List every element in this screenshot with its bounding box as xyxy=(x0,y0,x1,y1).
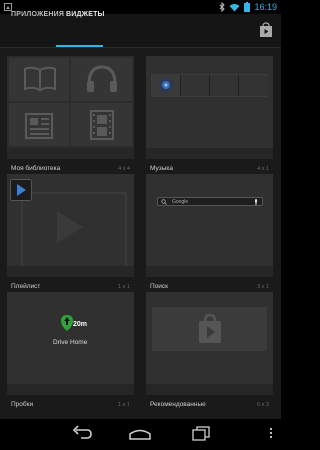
recents-icon[interactable] xyxy=(191,424,211,442)
widget-label: Плейлист xyxy=(11,283,41,290)
tab-apps[interactable]: ПРИЛОЖЕНИЯ xyxy=(11,11,64,18)
widget-preview xyxy=(7,56,134,148)
strip-cell xyxy=(210,75,238,96)
film-icon xyxy=(90,110,114,140)
widget-size: 3 x 1 xyxy=(257,284,269,290)
widget-size: 6 x 3 xyxy=(257,402,269,408)
menu-dot xyxy=(270,428,272,430)
navigation-bar xyxy=(0,419,281,450)
widget-label: Моя библиотека xyxy=(11,165,61,172)
widget-card-traffic[interactable]: 20m Drive Home Пробки 1 x 1 xyxy=(7,292,134,408)
widget-preview: 20m Drive Home xyxy=(7,292,134,384)
widget-label: Пробки xyxy=(11,401,34,408)
tab-widgets[interactable]: ВИДЖЕТЫ xyxy=(66,11,105,18)
bluetooth-icon xyxy=(220,2,226,12)
music-widget-strip xyxy=(151,74,268,97)
battery-icon xyxy=(244,2,251,12)
widget-preview xyxy=(7,174,134,266)
books-icon xyxy=(24,66,56,92)
search-widget-preview: Google xyxy=(157,197,263,206)
menu-dot xyxy=(270,432,272,434)
widget-size: 4 x 4 xyxy=(118,166,130,172)
widget-card-my-library[interactable]: Моя библиотека 4 x 4 xyxy=(7,56,134,172)
widget-preview: Google xyxy=(146,174,273,266)
traffic-time: 20m xyxy=(73,321,88,328)
traffic-badge-icon xyxy=(61,315,73,331)
widget-label: Рекомендованные xyxy=(150,401,206,408)
play-store-bag-icon xyxy=(199,313,221,343)
music-speaker-icon xyxy=(159,78,173,92)
menu-icon[interactable] xyxy=(270,428,273,440)
widget-size: 1 x 1 xyxy=(118,402,130,408)
play-store-icon[interactable] xyxy=(259,22,273,38)
tab-bar xyxy=(0,14,281,48)
strip-cell xyxy=(239,75,268,96)
search-hint: Google xyxy=(172,199,189,205)
status-time: 16:19 xyxy=(254,2,277,12)
widget-card-music[interactable]: Музыка 4 x 1 xyxy=(146,56,273,172)
widget-preview xyxy=(146,56,273,148)
widget-card-playlist[interactable]: Плейлист 1 x 1 xyxy=(7,174,134,290)
image-notification-icon xyxy=(4,3,12,11)
headphones-icon xyxy=(87,65,117,92)
search-icon xyxy=(161,199,167,205)
playlist-bg-play-icon xyxy=(57,211,83,243)
home-icon[interactable] xyxy=(128,424,152,442)
widget-label: Музыка xyxy=(150,165,173,172)
microphone-icon xyxy=(255,199,257,205)
menu-dot xyxy=(270,436,272,438)
widget-grid: Моя библиотека 4 x 4 Музыка 4 x 1 Плейли… xyxy=(0,48,281,419)
widget-size: 4 x 1 xyxy=(257,166,269,172)
strip-cell xyxy=(181,75,209,96)
newspaper-icon xyxy=(25,113,53,139)
widget-card-search[interactable]: Google Поиск 3 x 1 xyxy=(146,174,273,290)
playlist-play-icon xyxy=(10,179,32,201)
traffic-destination: Drive Home xyxy=(53,339,88,346)
widget-card-recommended[interactable]: Рекомендованные 6 x 3 xyxy=(146,292,273,408)
recommended-preview-box xyxy=(152,307,267,351)
wifi-icon xyxy=(229,3,240,11)
widget-size: 1 x 1 xyxy=(118,284,130,290)
widget-preview xyxy=(146,292,273,384)
widget-label: Поиск xyxy=(150,283,169,290)
back-icon[interactable] xyxy=(71,424,93,442)
